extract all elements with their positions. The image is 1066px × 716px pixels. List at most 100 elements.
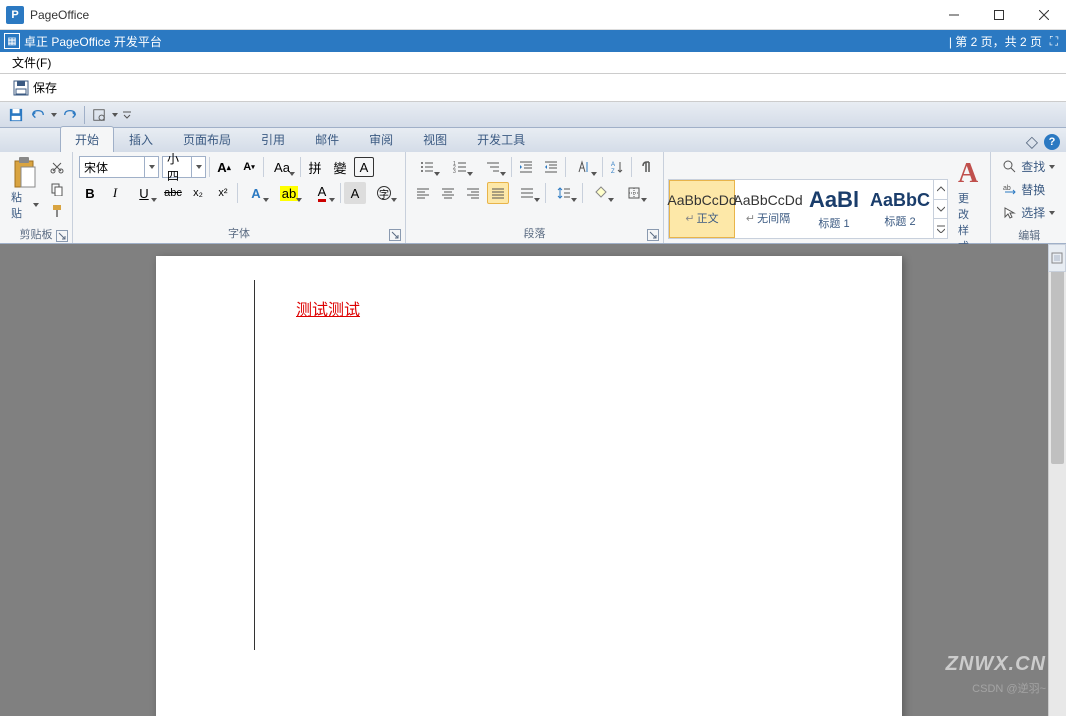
platform-title: 卓正 PageOffice 开发平台 (24, 33, 162, 50)
font-color-button[interactable]: A (307, 182, 337, 204)
save-button[interactable]: 保存 (8, 76, 62, 99)
minimize-ribbon-icon[interactable]: ◇ (1026, 132, 1038, 152)
copy-button[interactable] (48, 180, 66, 198)
qa-undo-dropdown[interactable] (50, 113, 58, 117)
minimize-button[interactable] (931, 0, 976, 30)
borders-button[interactable] (619, 182, 649, 204)
gallery-down-button[interactable] (934, 200, 947, 220)
group-font: 宋体 小四 A▴ A▾ Aa 拼 變 A B I U abc x₂ x² A (73, 152, 406, 243)
text-effects-button[interactable]: A (241, 182, 271, 204)
qa-print-preview-button[interactable] (89, 105, 109, 125)
bold-button[interactable]: B (79, 182, 101, 204)
font-size-combo[interactable]: 小四 (162, 156, 206, 178)
multilevel-list-button[interactable] (478, 156, 508, 178)
strikethrough-button[interactable]: abc (162, 182, 184, 204)
tab-mail[interactable]: 邮件 (300, 126, 354, 152)
gallery-up-button[interactable] (934, 180, 947, 200)
shading-button[interactable] (586, 182, 616, 204)
superscript-button[interactable]: x² (212, 182, 234, 204)
svg-text:3: 3 (453, 169, 456, 174)
select-button[interactable]: 选择 (999, 202, 1059, 223)
qa-print-dropdown[interactable] (111, 113, 119, 117)
font-dialog-launcher[interactable] (389, 229, 401, 241)
tab-references[interactable]: 引用 (246, 126, 300, 152)
select-icon (1003, 206, 1017, 220)
underline-button[interactable]: U (129, 182, 159, 204)
numbering-button[interactable]: 123 (445, 156, 475, 178)
paste-label: 粘贴 (11, 189, 31, 221)
clipboard-label: 剪贴板 (20, 229, 53, 241)
maximize-button[interactable] (976, 0, 1021, 30)
replace-icon: ab (1003, 183, 1017, 197)
increase-indent-button[interactable] (540, 156, 562, 178)
style-nospacing[interactable]: AaBbCcDd↵无间隔 (735, 180, 801, 238)
qa-save-button[interactable] (6, 105, 26, 125)
style-heading2[interactable]: AaBbC标题 2 (867, 180, 933, 238)
document-page[interactable]: 测试测试 (156, 256, 902, 716)
side-tool-button[interactable] (1048, 244, 1066, 272)
fullscreen-icon[interactable]: ⛶ (1046, 33, 1062, 49)
ribbon-tabs: 开始 插入 页面布局 引用 邮件 审阅 视图 开发工具 ◇ ? (0, 128, 1066, 152)
format-painter-button[interactable] (48, 202, 66, 220)
align-distribute-button[interactable] (512, 182, 542, 204)
font-name-combo[interactable]: 宋体 (79, 156, 159, 178)
character-shading-button[interactable]: A (344, 182, 366, 204)
paste-button[interactable]: 粘贴 (4, 154, 46, 224)
clipboard-dialog-launcher[interactable] (56, 230, 68, 242)
change-case-button[interactable]: Aa (267, 156, 297, 178)
window-titlebar: P PageOffice (0, 0, 1066, 30)
document-area: 测试测试 ZNWX.CN CSDN @逆羽~ (0, 244, 1066, 716)
watermark-csdn: CSDN @逆羽~ (972, 680, 1046, 696)
replace-button[interactable]: ab替换 (999, 179, 1059, 200)
group-clipboard: 粘贴 剪贴板 (0, 152, 73, 243)
tab-developer[interactable]: 开发工具 (462, 126, 540, 152)
clear-formatting-button[interactable]: 變 (329, 156, 351, 178)
svg-text:A: A (611, 162, 615, 168)
close-button[interactable] (1021, 0, 1066, 30)
sort-button[interactable]: AZ (606, 156, 628, 178)
vertical-scrollbar[interactable] (1048, 244, 1066, 716)
paragraph-dialog-launcher[interactable] (647, 229, 659, 241)
edit-label: 编辑 (995, 225, 1063, 245)
help-icon[interactable]: ? (1044, 134, 1060, 150)
find-button[interactable]: 查找 (999, 156, 1059, 177)
group-paragraph: 123 AZ (406, 152, 664, 243)
qa-undo-button[interactable] (28, 105, 48, 125)
align-left-button[interactable] (412, 182, 434, 204)
decrease-indent-button[interactable] (515, 156, 537, 178)
show-marks-button[interactable] (635, 156, 657, 178)
subscript-button[interactable]: x₂ (187, 182, 209, 204)
enclose-characters-button[interactable]: 字 (369, 182, 399, 204)
menu-bar: 文件(F) (0, 52, 1066, 74)
tab-review[interactable]: 审阅 (354, 126, 408, 152)
document-text[interactable]: 测试测试 (296, 296, 360, 320)
gallery-more-button[interactable] (934, 219, 947, 238)
italic-button[interactable]: I (104, 182, 126, 204)
menu-file[interactable]: 文件(F) (8, 54, 55, 71)
asian-layout-button[interactable] (569, 156, 599, 178)
style-heading1[interactable]: AaBl标题 1 (801, 180, 867, 238)
tab-home[interactable]: 开始 (60, 126, 114, 152)
line-spacing-button[interactable] (549, 182, 579, 204)
phonetic-guide-button[interactable]: 拼 (304, 156, 326, 178)
character-border-button[interactable]: A (354, 157, 374, 177)
highlight-button[interactable]: ab (274, 182, 304, 204)
scrollbar-thumb[interactable] (1051, 264, 1064, 464)
tab-insert[interactable]: 插入 (114, 126, 168, 152)
tab-view[interactable]: 视图 (408, 126, 462, 152)
page-counter: | 第 2 页，共 2 页 (949, 33, 1042, 50)
quick-access-toolbar (0, 102, 1066, 128)
align-center-button[interactable] (437, 182, 459, 204)
qa-customize-dropdown[interactable] (121, 105, 133, 125)
style-normal[interactable]: AaBbCcDd↵正文 (669, 180, 735, 238)
align-justify-button[interactable] (487, 182, 509, 204)
tab-layout[interactable]: 页面布局 (168, 126, 246, 152)
app-icon: P (6, 6, 24, 24)
bullets-button[interactable] (412, 156, 442, 178)
qa-redo-button[interactable] (60, 105, 80, 125)
cut-button[interactable] (48, 158, 66, 176)
shrink-font-button[interactable]: A▾ (238, 156, 260, 178)
align-right-button[interactable] (462, 182, 484, 204)
grow-font-button[interactable]: A▴ (213, 156, 235, 178)
style-gallery: AaBbCcDd↵正文 AaBbCcDd↵无间隔 AaBl标题 1 AaBbC标… (668, 179, 948, 239)
